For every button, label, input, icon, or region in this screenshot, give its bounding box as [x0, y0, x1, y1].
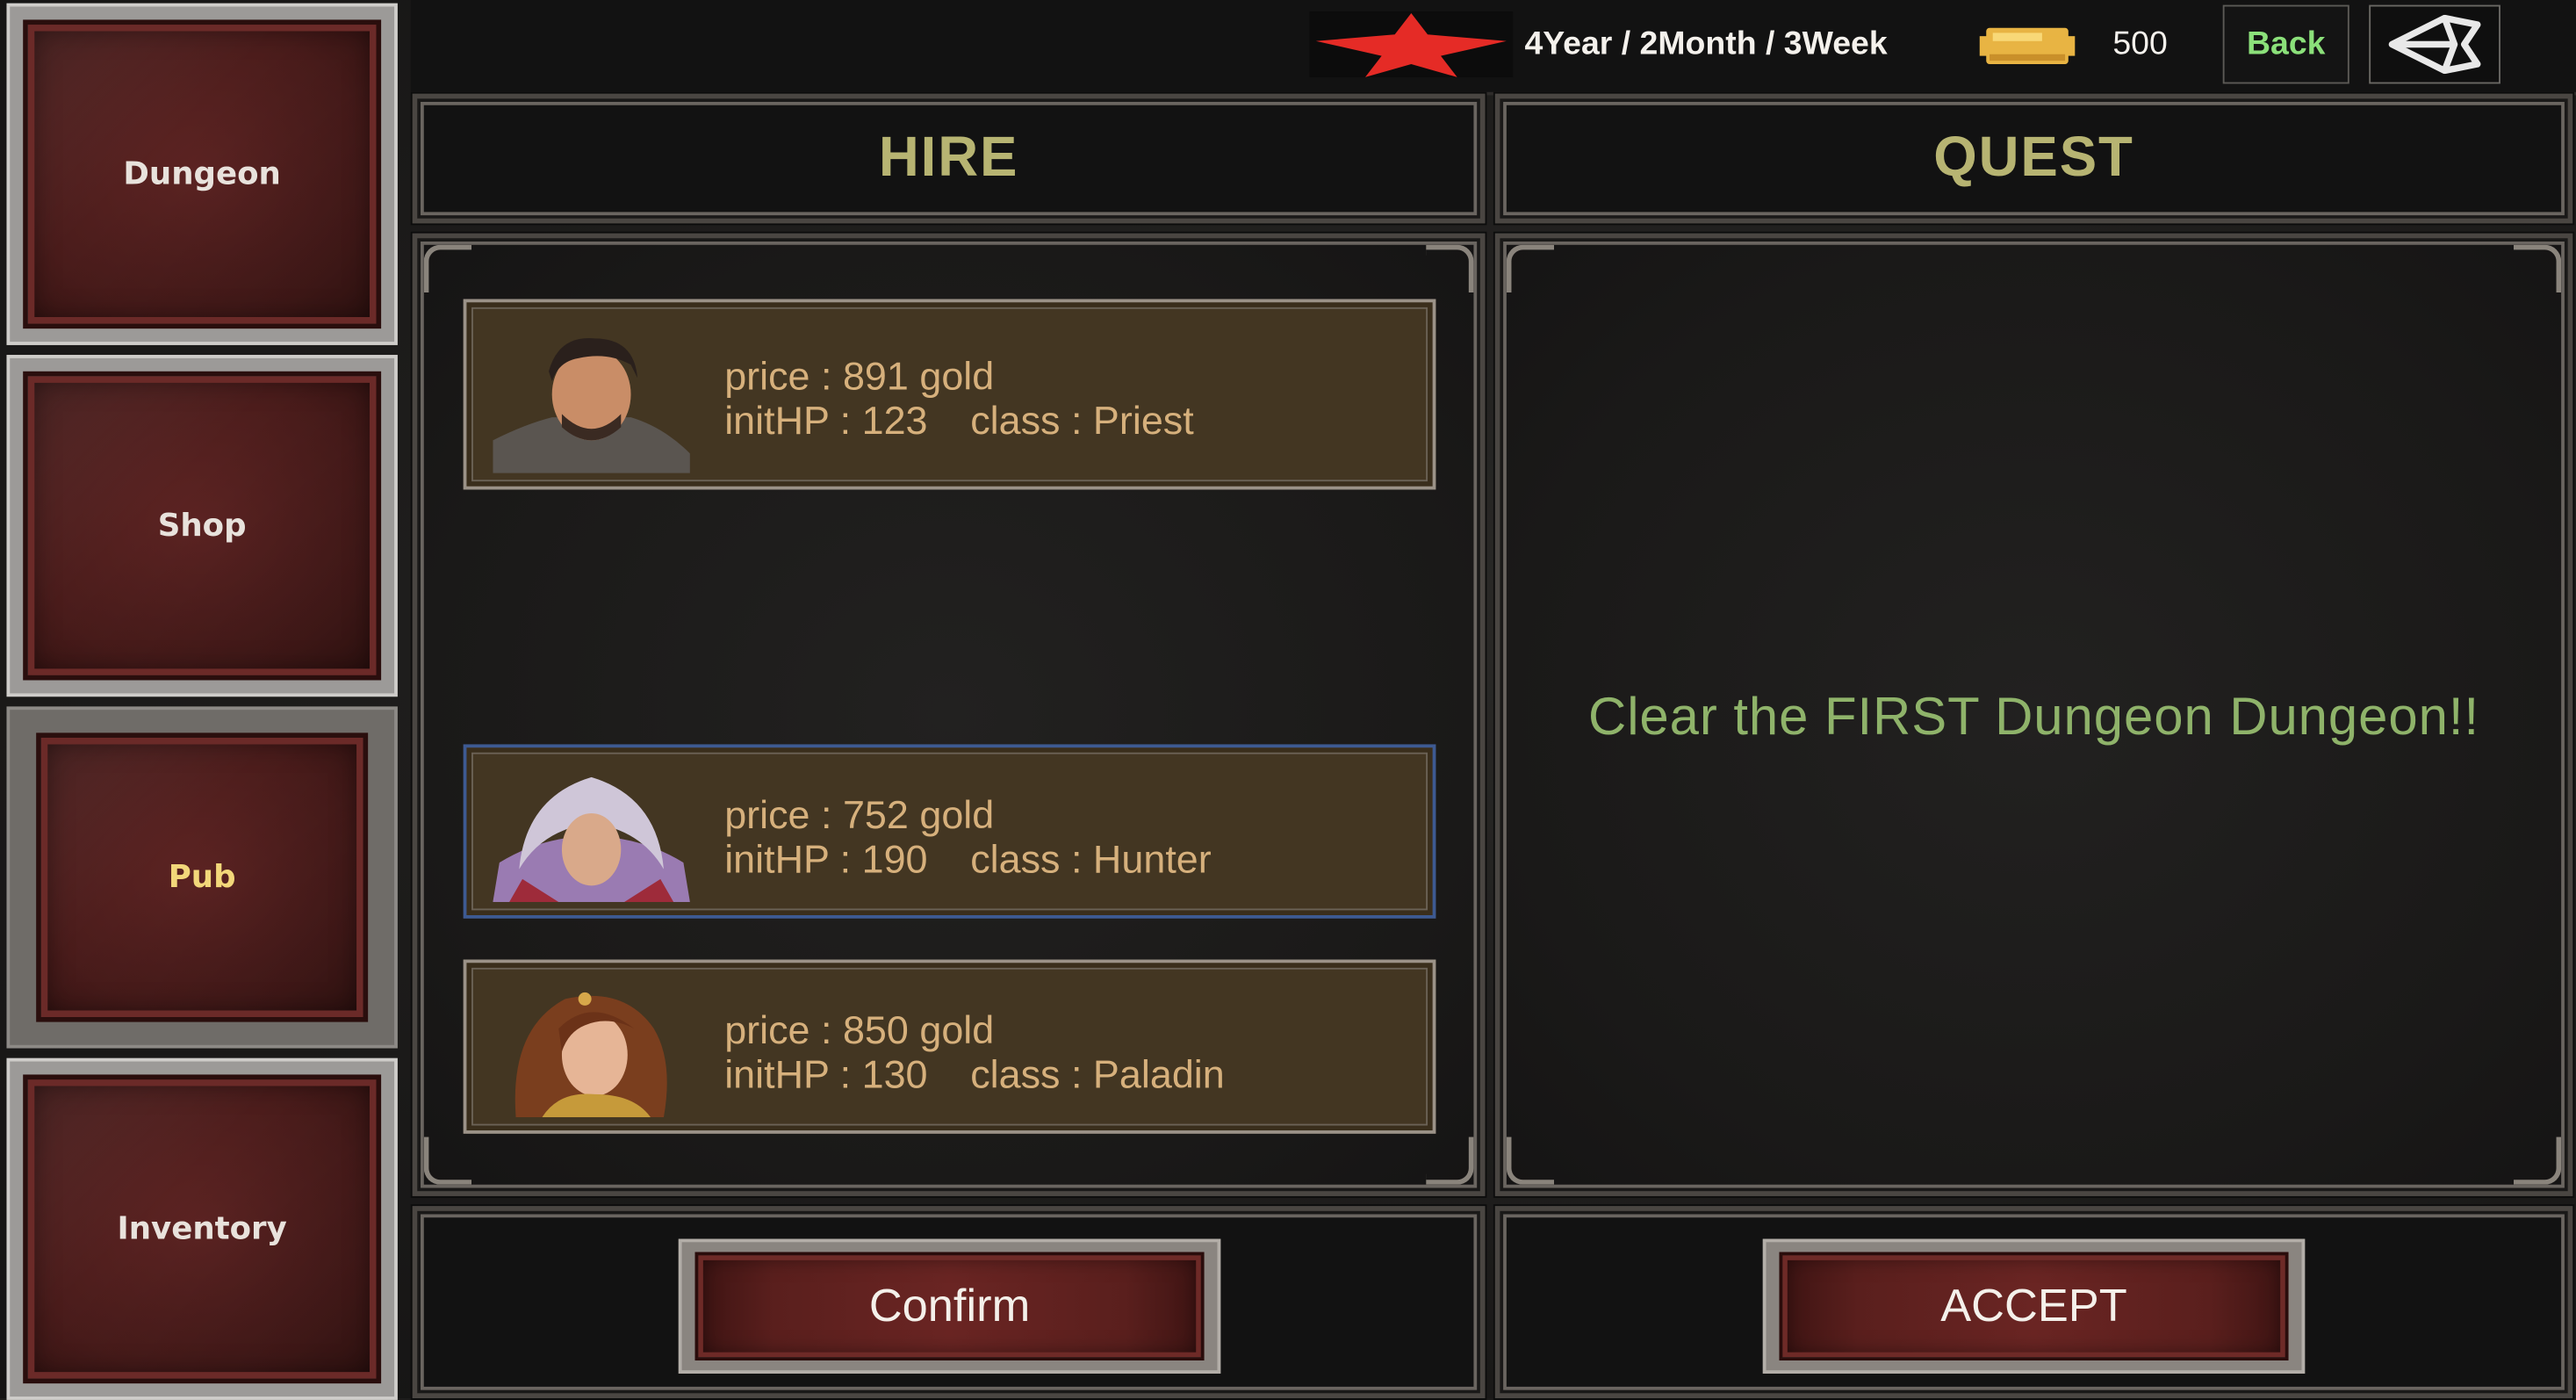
candidate-stats: initHP : 190 class : Hunter	[724, 838, 1212, 883]
frame-corner	[423, 244, 472, 292]
pub-button-face: Pub	[36, 732, 369, 1022]
candidate-stats: initHP : 130 class : Paladin	[724, 1053, 1225, 1098]
hunter-portrait	[493, 776, 690, 903]
frame-corner	[1426, 1137, 1474, 1185]
candidate-hp: initHP : 130	[724, 1053, 928, 1098]
accept-button-label: ACCEPT	[1779, 1252, 2289, 1360]
candidate-class: class : Paladin	[970, 1053, 1225, 1098]
back-button[interactable]: Back	[2222, 4, 2349, 84]
sidebar-pub-button[interactable]: Pub	[6, 706, 398, 1049]
frame-corner	[423, 1137, 472, 1185]
quest-title: QUEST	[1933, 126, 2134, 190]
hire-header: HIRE	[412, 93, 1486, 224]
candidate-price: price : 891 gold	[724, 355, 995, 400]
candidate-class: class : Priest	[970, 399, 1194, 444]
candidate-info: price : 850 gold initHP : 130 class : Pal…	[724, 1009, 1225, 1098]
candidate-hp: initHP : 190	[724, 838, 928, 883]
sidebar-dungeon-button[interactable]: Dungeon	[6, 3, 398, 345]
dungeon-button-face: Dungeon	[23, 19, 382, 329]
candidate-price: price : 850 gold	[724, 1008, 995, 1054]
candidate-hp: initHP : 123	[724, 399, 928, 444]
accept-button[interactable]: ACCEPT	[1762, 1238, 2306, 1374]
candidate-info: price : 891 gold initHP : 123 class : Pri…	[724, 355, 1194, 444]
sidebar-item-label: Inventory	[117, 1210, 287, 1247]
sidebar-shop-button[interactable]: Shop	[6, 355, 398, 697]
frame-corner	[1426, 244, 1474, 292]
frame-corner	[2513, 244, 2562, 292]
star-icon-box	[1309, 11, 1514, 77]
hire-candidate-card[interactable]: price : 850 gold initHP : 130 class : Pal…	[463, 959, 1436, 1134]
priest-portrait	[493, 338, 690, 473]
star-icon	[1315, 12, 1507, 77]
sidebar-item-label: Shop	[157, 508, 247, 545]
frame-corner	[1506, 244, 1555, 292]
frame-corner	[2513, 1137, 2562, 1185]
sidebar-item-label: Pub	[168, 859, 236, 896]
sidebar-item-label: Dungeon	[123, 155, 281, 192]
hire-title: HIRE	[878, 126, 1019, 190]
confirm-button[interactable]: Confirm	[678, 1238, 1221, 1374]
unity-menu-button[interactable]	[2369, 4, 2500, 84]
game-screen: Dungeon Shop Pub Inventory 4Year / 2Mont…	[0, 0, 2576, 1400]
unity-logo-icon	[2388, 14, 2481, 75]
sidebar-inventory-button[interactable]: Inventory	[6, 1057, 398, 1400]
frame-corner	[1506, 1137, 1555, 1185]
candidate-stats: initHP : 123 class : Priest	[724, 400, 1194, 444]
shop-button-face: Shop	[23, 371, 382, 681]
paladin-portrait	[514, 992, 667, 1118]
confirm-button-label: Confirm	[694, 1252, 1205, 1360]
candidate-price: price : 752 gold	[724, 793, 995, 839]
gold-bar-icon	[1979, 27, 2076, 64]
quest-description: Clear the FIRST Dungeon Dungeon!!	[1588, 686, 2480, 747]
calendar-date: 4Year / 2Month / 3Week	[1524, 25, 1888, 63]
hire-candidate-card[interactable]: price : 891 gold initHP : 123 class : Pri…	[463, 299, 1436, 490]
inventory-button-face: Inventory	[23, 1074, 382, 1384]
quest-header: QUEST	[1494, 93, 2573, 224]
hire-candidate-card-selected[interactable]: price : 752 gold initHP : 190 class : Hun…	[463, 744, 1436, 919]
gold-amount: 500	[2112, 25, 2168, 63]
candidate-info: price : 752 gold initHP : 190 class : Hun…	[724, 794, 1212, 883]
candidate-class: class : Hunter	[970, 838, 1212, 883]
